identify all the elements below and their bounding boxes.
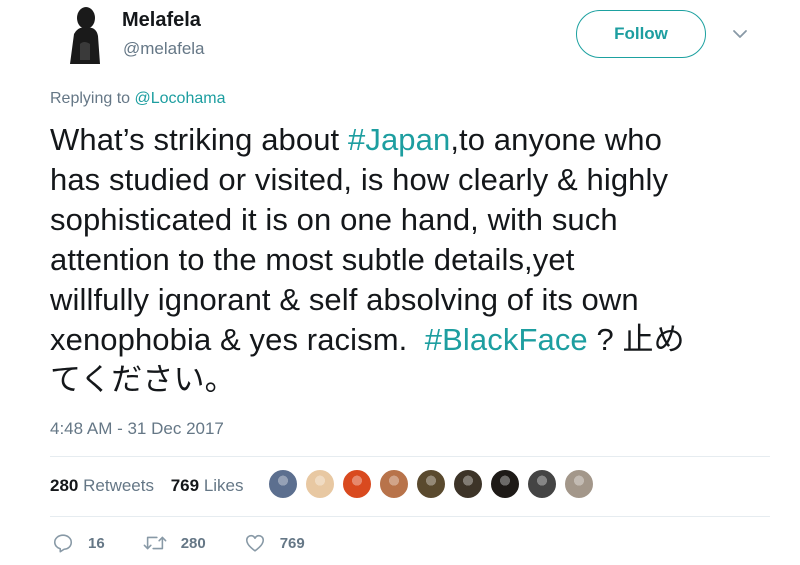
follow-button[interactable]: Follow [576,10,706,58]
tweet-line: willfully ignorant & self absolving of i… [50,282,639,317]
retweets-label: Retweets [83,476,154,495]
liker-avatar[interactable] [342,469,372,499]
hashtag-link[interactable]: #BlackFace [425,322,588,357]
chevron-down-icon[interactable] [730,24,750,44]
tweet-line: てください。 [50,362,236,397]
tweet-text-span: xenophobia & yes racism. [50,322,425,357]
retweet-icon [143,536,167,550]
retweets-count: 280 [50,476,79,495]
retweets-stat[interactable]: 280 Retweets [50,476,154,495]
tweet-timestamp[interactable]: 4:48 AM - 31 Dec 2017 [50,419,224,439]
liker-avatar[interactable] [416,469,446,499]
tweet-line: What’s striking about #Japan,to anyone w… [50,120,770,160]
liker-avatar[interactable] [564,469,594,499]
tweet-text-span: ? 止め [587,322,685,357]
tweet-line: xenophobia & yes racism. #BlackFace ? 止め [50,320,770,360]
reply-context-prefix: Replying to [50,90,131,107]
hashtag-link[interactable]: #Japan [348,122,450,157]
heart-icon [245,534,264,552]
tweet-line: sophisticated it is on one hand, with su… [50,202,618,237]
reply-count: 16 [88,534,105,552]
tweet-card: Melafela @melafela Follow Replying to @L… [0,0,800,565]
tweet-text-span: ,to anyone who [450,122,662,157]
tweet-text: What’s striking about #Japan,to anyone w… [50,120,770,400]
like-button[interactable]: 769 [244,532,305,554]
reply-button[interactable]: 16 [52,532,105,554]
likes-count: 769 [170,476,200,495]
author-display-name[interactable]: Melafela [122,9,201,32]
liker-avatar[interactable] [490,469,520,499]
reply-icon [53,534,73,553]
liker-avatar[interactable] [527,469,557,499]
liker-avatars [268,469,601,503]
author-avatar[interactable] [60,4,108,64]
avatar-silhouette-icon [60,4,108,64]
retweet-button[interactable]: 280 [143,532,206,554]
like-count: 769 [279,534,305,552]
liker-avatar[interactable] [379,469,409,499]
tweet-text-span: What’s striking about [50,122,348,157]
tweet-line: has studied or visited, is how clearly &… [50,162,669,197]
retweet-count: 280 [180,534,206,552]
divider [50,456,770,457]
tweet-actions: 16 280 769 [52,532,343,554]
engagement-stats: 280 Retweets 769 Likes [50,476,256,496]
tweet-line: attention to the most subtle details,yet [50,242,575,277]
liker-avatar[interactable] [305,469,335,499]
divider [50,516,770,517]
reply-context: Replying to @Locohama [50,90,225,108]
liker-avatar[interactable] [268,469,298,499]
author-handle[interactable]: @melafela [123,39,205,59]
reply-to-link[interactable]: @Locohama [135,90,226,107]
likes-label: Likes [203,476,244,495]
liker-avatar[interactable] [453,469,483,499]
likes-stat[interactable]: 769 Likes [171,476,244,495]
